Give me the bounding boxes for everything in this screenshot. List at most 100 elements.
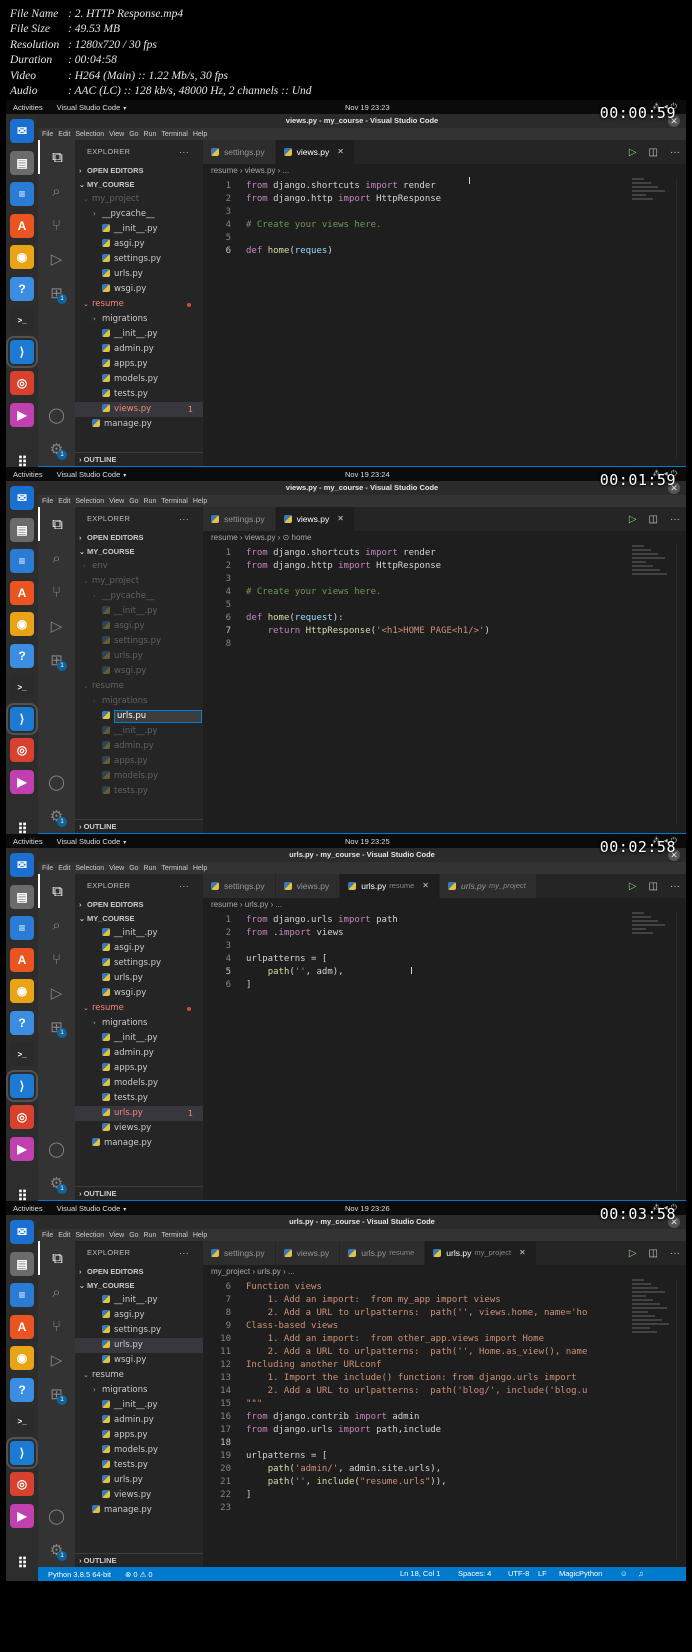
end-of-line[interactable]: LF: [538, 1567, 547, 1581]
clock[interactable]: Nov 19 23:23: [345, 103, 390, 112]
minimap[interactable]: [632, 912, 672, 972]
tree-file[interactable]: urls.py: [75, 267, 203, 282]
menu-item-selection[interactable]: Selection: [75, 131, 104, 138]
problems-indicator[interactable]: ⊗ 0 ⚠ 0: [125, 1570, 153, 1579]
files-icon[interactable]: ▤: [10, 1251, 34, 1276]
writer-icon[interactable]: ≡: [10, 916, 34, 940]
menu-item-run[interactable]: Run: [144, 498, 157, 505]
rhythmbox-icon[interactable]: ◉: [10, 1346, 34, 1370]
tree-file[interactable]: models.py: [75, 769, 203, 784]
thunderbird-icon[interactable]: ✉: [10, 1220, 34, 1244]
writer-icon[interactable]: ≡: [10, 1283, 34, 1307]
thunderbird-icon[interactable]: ✉: [10, 119, 34, 143]
close-tab-icon[interactable]: ✕: [337, 140, 344, 164]
editor-tab[interactable]: views.py: [275, 874, 341, 898]
explorer-icon[interactable]: ⧉: [38, 140, 75, 174]
extensions-icon[interactable]: ⊞ 1: [38, 1377, 75, 1411]
breadcrumb[interactable]: resume › views.py › ⊙ home: [203, 531, 686, 545]
menu-item-help[interactable]: Help: [193, 131, 207, 138]
menu-item-terminal[interactable]: Terminal: [161, 865, 187, 872]
close-tab-icon[interactable]: ✕: [422, 874, 429, 898]
tree-file[interactable]: __init__.py: [75, 1031, 203, 1046]
project-section[interactable]: ⌄ MY_COURSE: [75, 912, 203, 926]
project-section[interactable]: ⌄ MY_COURSE: [75, 178, 203, 192]
tree-file[interactable]: settings.py: [75, 634, 203, 649]
clock[interactable]: Nov 19 23:25: [345, 837, 390, 846]
editor-tab[interactable]: settings.py: [203, 1241, 276, 1265]
terminal-icon[interactable]: >_: [10, 1042, 34, 1066]
chrome-icon[interactable]: ◎: [10, 1472, 34, 1496]
breadcrumb[interactable]: resume › views.py › ...: [203, 164, 686, 178]
clock[interactable]: Nov 19 23:26: [345, 1204, 390, 1213]
app-menu[interactable]: Visual Studio Code ▾: [57, 837, 127, 846]
editor-tab[interactable]: views.py: [275, 1241, 341, 1265]
tree-file[interactable]: views.py: [75, 1121, 203, 1136]
python-interpreter[interactable]: Python 3.8.5 64-bit: [48, 1570, 111, 1579]
code-editor[interactable]: 1 from django.urls import path 2 from .impo…: [203, 912, 686, 992]
tree-file[interactable]: apps.py: [75, 1061, 203, 1076]
editor-tab[interactable]: urls.py my_project: [440, 874, 537, 898]
account-icon[interactable]: ◯: [38, 1132, 75, 1166]
tree-folder[interactable]: ⌄ my_project: [75, 192, 203, 207]
project-section[interactable]: ⌄ MY_COURSE: [75, 1279, 203, 1293]
tree-file[interactable]: apps.py: [75, 754, 203, 769]
vscode-icon[interactable]: ⟩: [6, 702, 38, 735]
terminal-icon[interactable]: >_: [10, 1409, 34, 1433]
help-icon[interactable]: ?: [10, 1010, 34, 1035]
software-icon[interactable]: A: [10, 213, 34, 238]
tree-file[interactable]: manage.py: [75, 1136, 203, 1151]
more-actions-icon[interactable]: ···: [670, 881, 680, 892]
software-icon[interactable]: A: [10, 947, 34, 972]
encoding[interactable]: UTF-8: [508, 1567, 529, 1581]
editor-tab[interactable]: urls.py resume ✕: [340, 874, 440, 898]
thunderbird-icon[interactable]: ✉: [10, 486, 34, 510]
split-editor-icon[interactable]: ◫: [649, 1248, 658, 1259]
account-icon[interactable]: ◯: [38, 1499, 75, 1533]
menu-item-help[interactable]: Help: [193, 498, 207, 505]
help-icon[interactable]: ?: [10, 1377, 34, 1402]
rhythmbox-icon[interactable]: ◉: [10, 612, 34, 636]
editor-tab[interactable]: views.py ✕: [275, 507, 355, 531]
menu-item-terminal[interactable]: Terminal: [161, 131, 187, 138]
tree-file[interactable]: urls.py: [75, 649, 203, 664]
extensions-icon[interactable]: ⊞ 1: [38, 276, 75, 310]
tree-file[interactable]: views.py: [75, 1488, 203, 1503]
tree-file[interactable]: models.py: [75, 1076, 203, 1091]
feedback-icon[interactable]: ☺: [620, 1567, 628, 1581]
menu-item-file[interactable]: File: [42, 131, 53, 138]
rename-input[interactable]: urls.pu: [114, 710, 202, 723]
clock[interactable]: Nov 19 23:24: [345, 470, 390, 479]
more-actions-icon[interactable]: ···: [670, 147, 680, 158]
breadcrumb[interactable]: resume › urls.py › ...: [203, 898, 686, 912]
activities-button[interactable]: Activities: [13, 1204, 43, 1213]
tree-file[interactable]: __init__.py: [75, 1293, 203, 1308]
tree-file[interactable]: tests.py: [75, 1458, 203, 1473]
menu-item-selection[interactable]: Selection: [75, 865, 104, 872]
source-control-icon[interactable]: ⑂: [38, 208, 75, 242]
vertical-scrollbar[interactable]: [676, 1279, 686, 1559]
terminal-icon[interactable]: >_: [10, 675, 34, 699]
account-icon[interactable]: ◯: [38, 765, 75, 799]
code-editor[interactable]: 1 from django.shortcuts import render 2 fro…: [203, 545, 686, 651]
more-actions-icon[interactable]: ···: [179, 140, 189, 164]
tree-folder[interactable]: › migrations: [75, 1016, 203, 1031]
tree-file[interactable]: admin.py: [75, 1046, 203, 1061]
menu-item-go[interactable]: Go: [129, 131, 138, 138]
run-debug-icon[interactable]: ▷: [38, 242, 75, 276]
explorer-icon[interactable]: ⧉: [38, 507, 75, 541]
extensions-icon[interactable]: ⊞ 1: [38, 643, 75, 677]
menu-item-view[interactable]: View: [109, 865, 124, 872]
close-tab-icon[interactable]: ✕: [337, 507, 344, 531]
tree-file[interactable]: settings.py: [75, 1323, 203, 1338]
menu-item-run[interactable]: Run: [144, 865, 157, 872]
run-icon[interactable]: ▷: [629, 514, 637, 525]
open-editors-section[interactable]: › OPEN EDITORS: [75, 531, 203, 545]
tree-folder[interactable]: ⌄ resume: [75, 1001, 203, 1016]
run-debug-icon[interactable]: ▷: [38, 976, 75, 1010]
video-icon[interactable]: ▶: [10, 1503, 34, 1528]
tree-file[interactable]: asgi.py: [75, 237, 203, 252]
outline-section[interactable]: › OUTLINE: [75, 1186, 203, 1200]
thunderbird-icon[interactable]: ✉: [10, 853, 34, 877]
tree-folder[interactable]: › __pycache__: [75, 589, 203, 604]
editor-tab[interactable]: settings.py: [203, 507, 276, 531]
